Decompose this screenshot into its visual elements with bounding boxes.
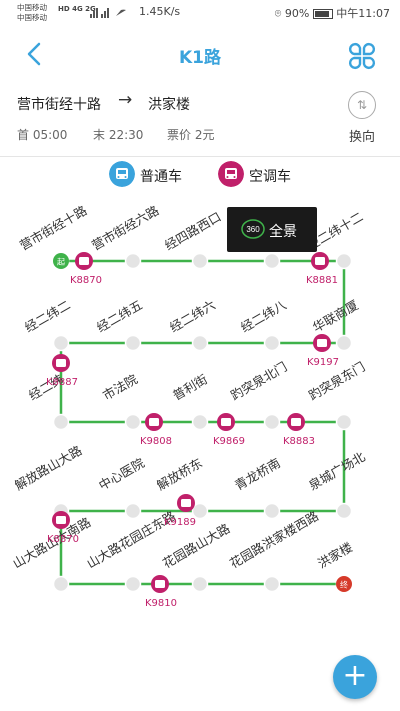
- last-bus-time: 末 22:30: [93, 128, 144, 142]
- stop-node: [263, 502, 281, 520]
- bus-id-label[interactable]: K9189: [164, 517, 196, 528]
- bus-marker: [317, 339, 327, 347]
- stop-node: [263, 575, 281, 593]
- network-speed: 1.45K/s: [139, 5, 181, 18]
- stop-node: [191, 252, 209, 270]
- divider: [0, 156, 400, 157]
- stop-node: [335, 252, 353, 270]
- stop-node: [124, 575, 142, 593]
- bus-marker: [221, 418, 231, 426]
- page-title: K1路: [178, 48, 221, 68]
- status-right: ⌾ 90% 中午11:07: [275, 5, 390, 21]
- stop-node: [124, 413, 142, 431]
- swap-icon: ⇅: [348, 91, 376, 119]
- start-badge: 起: [57, 258, 65, 267]
- stop-node: [191, 334, 209, 352]
- legend-ac: 空调车: [249, 169, 291, 185]
- bus-id-label[interactable]: K8881: [306, 275, 338, 286]
- add-button[interactable]: +: [333, 655, 377, 699]
- bus-id-label[interactable]: K9808: [140, 436, 172, 447]
- route-origin: 营市街经十路: [17, 97, 101, 113]
- stop-node: [335, 413, 353, 431]
- location-icon: ⌾: [274, 7, 282, 20]
- toast-text: 全景: [269, 224, 297, 240]
- ac-bus-icon: [218, 161, 244, 187]
- stop-node: [263, 252, 281, 270]
- bus-id-label[interactable]: K8883: [283, 436, 315, 447]
- stop-node: [263, 413, 281, 431]
- carrier-1: 中国移动: [17, 3, 47, 12]
- panorama-toast[interactable]: 360 全景: [227, 207, 317, 252]
- header: K1路: [0, 26, 400, 81]
- stop-node: [335, 334, 353, 352]
- bus-marker: [291, 418, 301, 426]
- first-bus-time: 首 05:00: [17, 128, 68, 142]
- battery-percent: 90%: [284, 7, 310, 20]
- bus-marker: [181, 499, 191, 507]
- swap-direction-button[interactable]: ⇅ 换向: [340, 91, 384, 151]
- panorama-360-icon: 360: [241, 219, 265, 239]
- stop-node: [124, 252, 142, 270]
- bus-id-label[interactable]: K8870: [70, 275, 102, 286]
- stop-node: [191, 575, 209, 593]
- stop-node: [335, 502, 353, 520]
- battery-icon: [312, 9, 333, 19]
- stop-node: [263, 334, 281, 352]
- stop-node: [52, 413, 70, 431]
- end-badge: 终: [340, 580, 348, 590]
- bus-id-label[interactable]: K8870: [47, 534, 79, 545]
- panorama-logo-text: 360: [246, 225, 260, 234]
- stop-node: [124, 334, 142, 352]
- arrow-right-icon: →: [118, 90, 133, 110]
- status-bar: 中国移动 中国移动 HD 4G 2G 1.45K/s ⌾ 90% 中午11:07: [0, 0, 400, 26]
- route-info: 营市街经十路 → 洪家楼 首 05:00 末 22:30 票价 2元 ⇅ 换向: [0, 81, 400, 156]
- signal-wifi-icon: [90, 8, 126, 18]
- stop-node: [124, 502, 142, 520]
- swap-label: 换向: [348, 130, 375, 145]
- bus-marker: [315, 257, 325, 265]
- legend-normal: 普通车: [140, 169, 182, 185]
- bus-id-label[interactable]: K9810: [145, 598, 177, 609]
- four-petal-icon[interactable]: [347, 41, 377, 71]
- normal-bus-icon: [109, 161, 135, 187]
- bus-marker: [155, 580, 165, 588]
- stop-node: [191, 413, 209, 431]
- clock: 中午11:07: [336, 7, 390, 20]
- bus-marker: [149, 418, 159, 426]
- route-destination: 洪家楼: [148, 97, 190, 113]
- bus-marker: [56, 359, 66, 367]
- bus-id-label[interactable]: K9197: [307, 357, 339, 368]
- stop-node: [52, 334, 70, 352]
- bus-id-label[interactable]: K9869: [213, 436, 245, 447]
- stop-node: [52, 575, 70, 593]
- bus-id-label[interactable]: K8887: [46, 377, 78, 388]
- fare: 票价 2元: [167, 128, 215, 142]
- bus-marker: [79, 257, 89, 265]
- route-map: 起终 营市街经十路 营市街经六路 经四路西口 经二纬十二 经二纬二 经二纬五 经二纬六 经二纬…: [0, 195, 400, 711]
- carrier-2: 中国移动: [17, 13, 47, 22]
